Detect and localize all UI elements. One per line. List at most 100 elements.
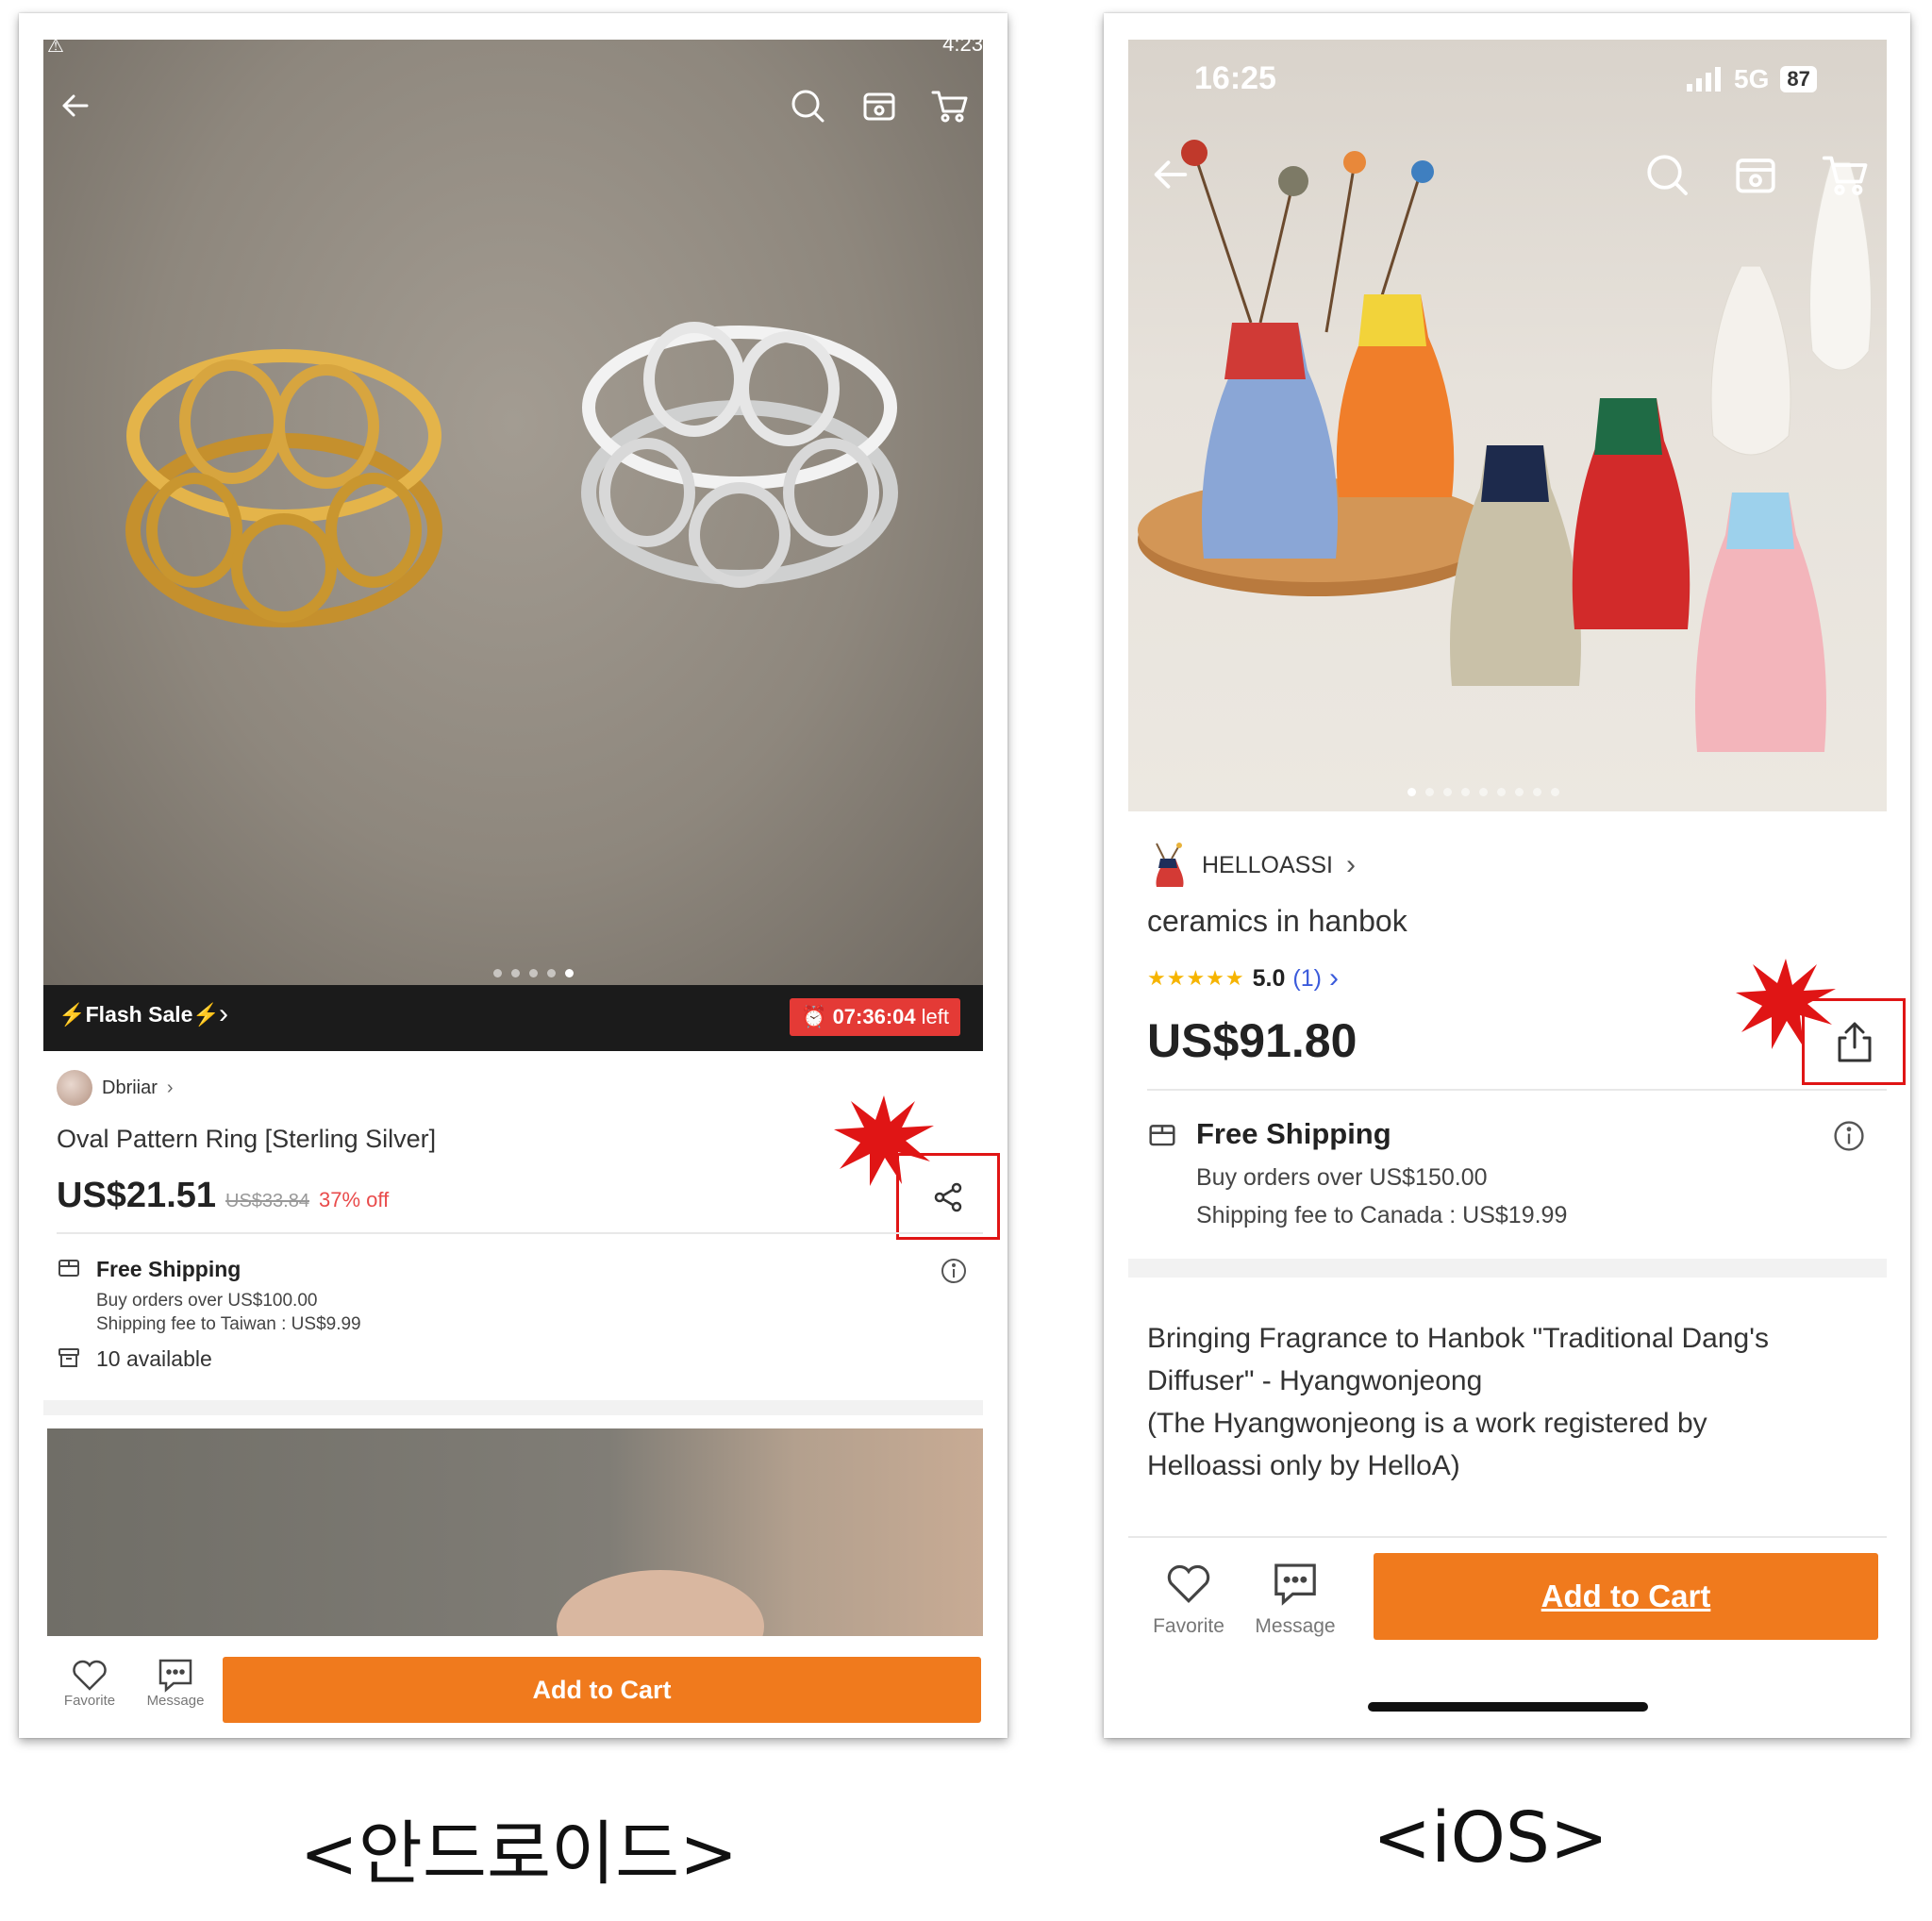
pagination-dot[interactable] (1533, 788, 1541, 796)
image-pagination-dots (1407, 788, 1559, 796)
shipping-box-icon (57, 1255, 81, 1284)
cart-icon[interactable] (1821, 151, 1868, 203)
shipping-box-icon (1147, 1119, 1177, 1154)
share-icon[interactable] (1832, 1019, 1877, 1069)
seller-logo (1156, 843, 1184, 887)
add-to-cart-button[interactable]: Add to Cart (1374, 1553, 1878, 1640)
description-line: Bringing Fragrance to Hanbok "Traditiona… (1147, 1323, 1769, 1354)
product-title: Oval Pattern Ring [Sterling Silver] (57, 1125, 437, 1153)
search-icon[interactable] (1643, 151, 1690, 203)
shipping-condition: Buy orders over US$150.00 (1196, 1164, 1488, 1191)
discount-label: 37% off (318, 1188, 390, 1211)
shipping-fee: Shipping fee to Taiwan : US$9.99 (96, 1314, 361, 1334)
shipping-title: Free Shipping (96, 1257, 242, 1281)
timer-value: 07:36:04 (832, 1005, 916, 1028)
review-count: (1) (1292, 964, 1322, 992)
rating-row[interactable]: ★★★★★ 5.0 (1) › (1147, 962, 1339, 994)
original-price: US$33.84 (225, 1191, 309, 1211)
heart-icon (73, 1660, 107, 1691)
message-icon (158, 1659, 192, 1693)
store-icon[interactable] (860, 87, 898, 129)
seller-avatar (57, 1070, 92, 1106)
section-separator (1128, 1259, 1887, 1278)
cart-icon[interactable] (930, 87, 968, 129)
battery-level: 87 (1780, 66, 1817, 92)
pagination-dot[interactable] (493, 969, 502, 977)
description-line: (The Hyangwonjeong is a work registered … (1147, 1408, 1707, 1439)
product-description: Bringing Fragrance to Hanbok "Traditiona… (1147, 1317, 1864, 1487)
seller-link[interactable]: Dbriiar › (57, 1070, 174, 1106)
add-to-cart-button[interactable]: Add to Cart (223, 1657, 981, 1723)
pagination-dot-active[interactable] (1407, 788, 1416, 796)
message-button[interactable]: Message (1243, 1561, 1347, 1638)
home-indicator[interactable] (1368, 1702, 1648, 1712)
chevron-right-icon: › (1328, 962, 1339, 994)
product-photo-rings (125, 322, 898, 627)
message-label: Message (146, 1693, 205, 1709)
seller-name: Dbriiar (102, 1077, 158, 1098)
pagination-dot[interactable] (1497, 788, 1506, 796)
price-row: US$21.51 US$33.84 37% off (57, 1176, 389, 1216)
pagination-dot[interactable] (1443, 788, 1452, 796)
pagination-dot[interactable] (511, 969, 520, 977)
stock-box-icon (57, 1345, 81, 1375)
favorite-label: Favorite (63, 1693, 116, 1709)
search-icon[interactable] (789, 87, 826, 129)
shipping-fee: Shipping fee to Canada : US$19.99 (1196, 1202, 1568, 1228)
divider (57, 1232, 983, 1234)
shipping-condition: Buy orders over US$100.00 (96, 1291, 318, 1311)
back-arrow-icon[interactable] (1149, 153, 1192, 201)
chevron-right-icon: › (219, 998, 228, 1029)
product-price: US$21.51 (57, 1176, 217, 1215)
pagination-dot[interactable] (547, 969, 556, 977)
pagination-dot[interactable] (1515, 788, 1524, 796)
pagination-dot[interactable] (1479, 788, 1488, 796)
product-image-carousel[interactable]: 16:25 5G 87 (1128, 40, 1887, 811)
image-pagination-dots (493, 969, 574, 977)
hand-shape (557, 1570, 764, 1636)
product-image-carousel[interactable]: 4:23 ⚠ (43, 40, 983, 998)
android-phone-screenshot: 4:23 ⚠ ⚡Flash Sale⚡ › ⏰ 07:36:04 left Db… (19, 13, 1008, 1738)
shipping-title: Free Shipping (1196, 1117, 1391, 1150)
status-time: 4:23 (942, 40, 983, 56)
chevron-right-icon: › (1345, 849, 1356, 880)
message-label: Message (1255, 1615, 1336, 1637)
seller-link[interactable]: HELLOASSI › (1147, 842, 1356, 889)
flash-sale-bar[interactable]: ⚡Flash Sale⚡ › ⏰ 07:36:04 left (43, 985, 983, 1051)
android-caption: <안드로이드> (299, 1813, 739, 1895)
pagination-dot[interactable] (1425, 788, 1434, 796)
favorite-button[interactable]: Favorite (1141, 1561, 1236, 1638)
favorite-button[interactable]: Favorite (57, 1657, 123, 1709)
share-icon[interactable] (932, 1181, 964, 1218)
signal-icon (1687, 67, 1721, 92)
info-icon[interactable] (940, 1257, 968, 1290)
network-type: 5G (1734, 64, 1770, 93)
flash-sale-timer: ⏰ 07:36:04 left (790, 998, 960, 1036)
product-price: US$91.80 (1147, 1014, 1357, 1067)
pagination-dot-active[interactable] (565, 969, 574, 977)
section-separator (43, 1400, 983, 1415)
info-icon[interactable] (1832, 1119, 1866, 1158)
description-line: Diffuser" - Hyangwonjeong (1147, 1365, 1483, 1396)
timer-suffix: left (921, 1005, 949, 1028)
pagination-dot[interactable] (1461, 788, 1470, 796)
favorite-label: Favorite (1153, 1615, 1224, 1637)
message-icon (1274, 1563, 1316, 1606)
rating-value: 5.0 (1252, 964, 1286, 992)
product-title: ceramics in hanbok (1147, 904, 1407, 938)
pagination-dot[interactable] (529, 969, 538, 977)
heart-icon (1167, 1564, 1210, 1603)
product-detail-image (47, 1428, 983, 1636)
status-indicators: 5G 87 (1685, 64, 1817, 94)
store-icon[interactable] (1732, 151, 1779, 203)
alarm-clock-icon: ⏰ (801, 1005, 827, 1028)
description-line: Helloassi only by HelloA) (1147, 1450, 1460, 1481)
status-time: 16:25 (1194, 60, 1276, 96)
back-arrow-icon[interactable] (58, 89, 92, 127)
chevron-right-icon: › (166, 1077, 174, 1098)
ios-phone-screenshot: 16:25 5G 87 HELLOASSI › ceramics in hanb… (1104, 13, 1910, 1738)
star-rating-icon: ★★★★★ (1147, 966, 1245, 990)
seller-name: HELLOASSI (1202, 851, 1333, 878)
message-button[interactable]: Message (138, 1657, 213, 1709)
pagination-dot[interactable] (1551, 788, 1559, 796)
